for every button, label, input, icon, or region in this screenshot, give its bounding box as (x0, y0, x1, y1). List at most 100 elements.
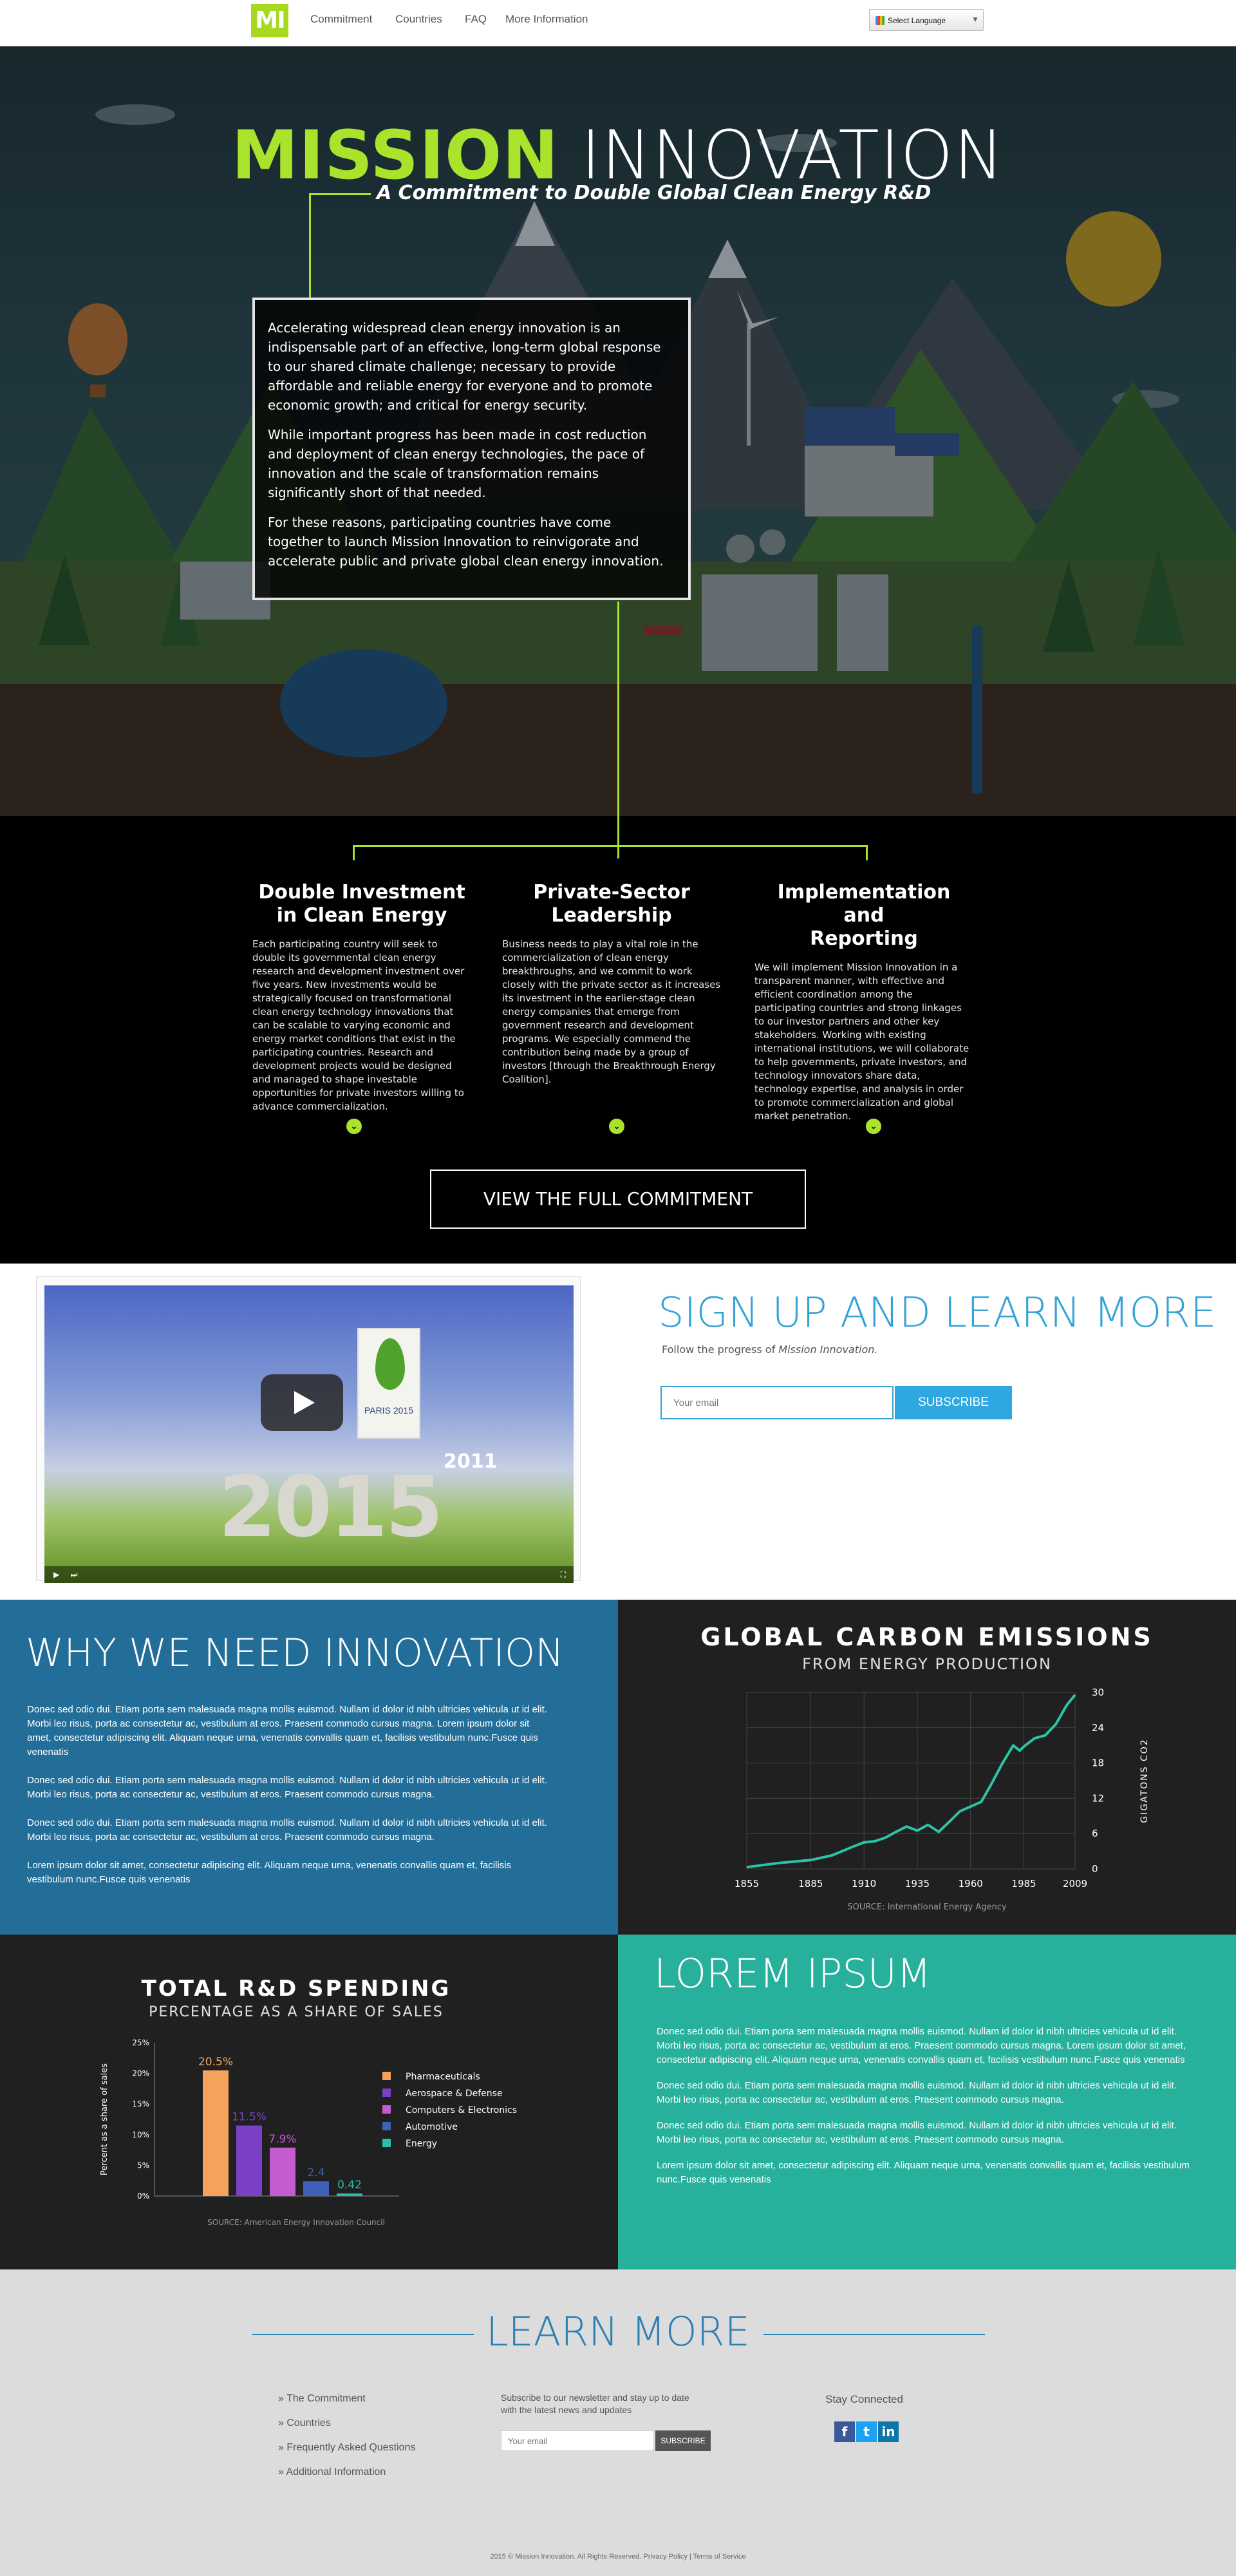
intro-paragraph: For these reasons, participating countri… (268, 515, 664, 569)
intro-text-box: Accelerating widespread clean energy inn… (252, 298, 691, 600)
x-tick-label: 1885 (798, 1878, 823, 1889)
footer-subscribe-button[interactable]: SUBSCRIBE (655, 2430, 711, 2451)
legend-label: Aerospace & Defense (406, 2088, 503, 2099)
x-tick-label: 2009 (1063, 1878, 1087, 1889)
y-tick-label: 24 (1092, 1722, 1104, 1734)
view-full-commitment-button[interactable]: VIEW THE FULL COMMITMENT (430, 1170, 806, 1229)
video-control-bar: ▶ ⏭ ⛶ (44, 1566, 574, 1583)
signup-title: SIGN UP AND LEARN MORE (658, 1289, 1217, 1337)
signup-subtitle-em: Mission Innovation. (778, 1343, 878, 1356)
bar-computers-electronics (270, 2147, 295, 2196)
hero-subtitle: A Commitment to Double Global Clean Ener… (377, 182, 932, 204)
footer-email-input[interactable] (501, 2430, 654, 2451)
bar-energy (337, 2193, 362, 2196)
skip-icon[interactable]: ⏭ (71, 1570, 78, 1579)
twitter-icon[interactable]: t (856, 2421, 877, 2442)
signup-subtitle: Follow the progress of Mission Innovatio… (662, 1343, 877, 1356)
pillar-private-sector: Private-Sector Leadership Business needs … (502, 881, 721, 1086)
stay-connected-label: Stay Connected (825, 2393, 903, 2405)
lorem-paragraph: Donec sed odio dui. Etiam porta sem male… (657, 2026, 1186, 2065)
bar-aerospace-defense (236, 2125, 262, 2196)
why-title: WHY WE NEED INNOVATION (26, 1631, 565, 1676)
y-tick-label: 30 (1092, 1687, 1104, 1698)
video-player[interactable]: PARIS 2015 2011 2015 ▶ ⏭ ⛶ (44, 1285, 574, 1583)
leaf-logo (375, 1338, 405, 1390)
sign-text: PARIS 2015 (364, 1405, 413, 1416)
signup-email-input[interactable] (660, 1386, 894, 1419)
video-year-big: 2015 (218, 1458, 444, 1556)
y-tick-label: 15% (132, 2099, 149, 2108)
chevron-down-icon[interactable]: ⌄ (866, 1119, 881, 1134)
footer-link-faq[interactable]: » Frequently Asked Questions (278, 2442, 415, 2454)
nav-link-more-information[interactable]: More Information (505, 13, 588, 26)
footer-link-additional-information[interactable]: » Additional Information (278, 2467, 386, 2478)
bar-pharmaceuticals (203, 2070, 229, 2196)
play-small-icon[interactable]: ▶ (53, 1570, 59, 1579)
pillar-title-line: Reporting (810, 927, 918, 950)
google-translate-icon (876, 16, 885, 25)
site-logo[interactable]: MI (251, 4, 288, 37)
signup-section: PARIS 2015 2011 2015 ▶ ⏭ ⛶ SIGN UP AND L… (0, 1264, 1236, 1600)
bar-value-label: 20.5% (198, 2056, 233, 2069)
signup-subscribe-button[interactable]: SUBSCRIBE (895, 1386, 1012, 1419)
nav-link-faq[interactable]: FAQ (465, 13, 487, 26)
pillar-title-line: in Clean Energy (276, 904, 447, 927)
plot-area (746, 1692, 1076, 1870)
legend-swatch (382, 2105, 391, 2114)
nav-link-countries[interactable]: Countries (395, 13, 442, 26)
y-tick-label: 5% (137, 2161, 149, 2170)
copyright-text: 2015 © Mission Innovation. All Rights Re… (490, 2553, 746, 2561)
chevron-down-icon[interactable]: ⌄ (346, 1119, 362, 1134)
why-paragraph: Lorem ipsum dolor sit amet, consectetur … (27, 1860, 512, 1885)
lorem-paragraph: Donec sed odio dui. Etiam porta sem male… (657, 2080, 1177, 2105)
paris-sign: PARIS 2015 (357, 1328, 420, 1439)
bar-value-label: 2.4 (307, 2166, 324, 2179)
newsletter-text: Subscribe to our newsletter and stay up … (501, 2392, 689, 2415)
x-tick-label: 1910 (852, 1878, 876, 1889)
pillar-title-line: Implementation and (777, 881, 951, 927)
linkedin-icon[interactable]: in (878, 2421, 899, 2442)
footer-link-commitment[interactable]: » The Commitment (278, 2393, 366, 2405)
signup-subtitle-text: Follow the progress of (662, 1343, 779, 1356)
facebook-icon[interactable]: f (834, 2421, 855, 2442)
pillar-text: Business needs to play a vital role in t… (502, 938, 721, 1085)
learn-more-footer: LEARN MORE » The Commitment » Countries … (0, 2269, 1236, 2576)
chevron-down-icon[interactable]: ⌄ (609, 1119, 624, 1134)
pillar-title: Private-Sector Leadership (502, 881, 721, 927)
pillar-implementation: Implementation and Reporting We will impl… (754, 881, 973, 1123)
rd-spending-chart: TOTAL R&D SPENDING PERCENTAGE AS A SHARE… (0, 1935, 618, 2269)
y-tick-label: 18 (1092, 1757, 1104, 1769)
play-icon (294, 1391, 315, 1414)
connector-line (309, 193, 311, 298)
connector-line (353, 845, 868, 847)
why-paragraph: Donec sed odio dui. Etiam porta sem male… (27, 1817, 547, 1842)
connector-line (866, 845, 868, 860)
pillar-title-line: Double Investment (258, 881, 465, 904)
x-tick-label: 1935 (905, 1878, 930, 1889)
connector-line (617, 816, 619, 858)
nav-link-commitment[interactable]: Commitment (310, 13, 372, 26)
why-paragraph: Donec sed odio dui. Etiam porta sem male… (27, 1775, 547, 1800)
footer-link-countries[interactable]: » Countries (278, 2418, 331, 2429)
pillar-text: We will implement Mission Innovation in … (754, 961, 969, 1122)
y-tick-label: 10% (132, 2130, 149, 2139)
y-tick-label: 0% (137, 2192, 149, 2201)
bar-value-label: 11.5% (232, 2111, 267, 2124)
language-select[interactable]: Select Language ▼ (869, 9, 984, 31)
video-year-small: 2011 (444, 1450, 498, 1473)
y-axis-label: GIGATONS CO2 (1139, 1738, 1150, 1823)
intro-paragraph: While important progress has been made i… (268, 427, 647, 500)
x-tick-label: 1985 (1011, 1878, 1036, 1889)
pillar-title: Implementation and Reporting (754, 881, 973, 951)
fullscreen-icon[interactable]: ⛶ (561, 1566, 566, 1583)
video-frame: PARIS 2015 2011 2015 ▶ ⏭ ⛶ (36, 1276, 581, 1583)
pillar-title-line: Leadership (551, 904, 672, 927)
bar-value-label: 0.42 (337, 2179, 362, 2192)
lorem-body: Donec sed odio dui. Etiam porta sem male… (657, 2025, 1191, 2199)
legend-label: Energy (406, 2139, 437, 2149)
legend-label: Automotive (406, 2122, 458, 2132)
connector-line (309, 193, 371, 195)
legend-swatch (382, 2072, 391, 2080)
play-button[interactable] (261, 1374, 343, 1431)
why-body: Donec sed odio dui. Etiam porta sem male… (27, 1703, 555, 1901)
